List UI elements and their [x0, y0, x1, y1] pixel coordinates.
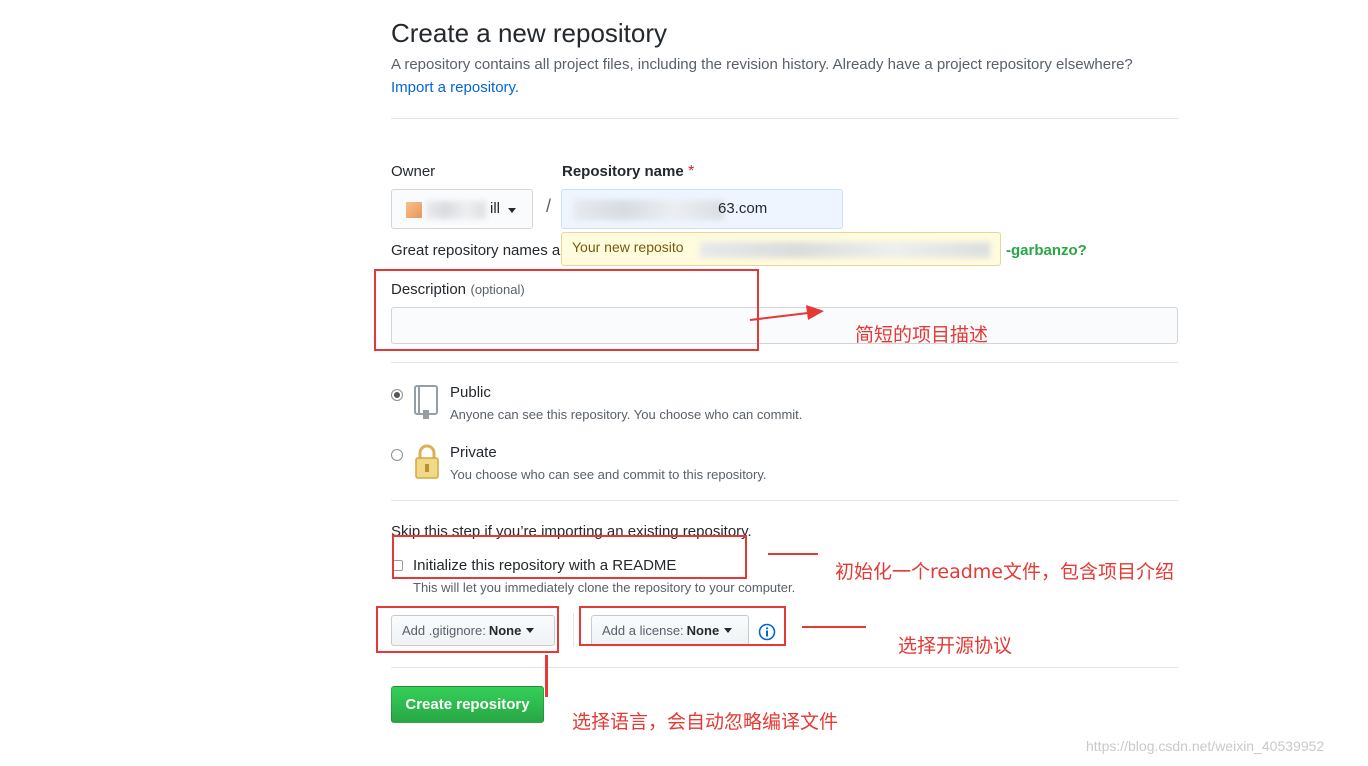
page-subtitle: A repository contains all project files,…: [391, 56, 1133, 73]
annotation-line: [545, 655, 548, 697]
tooltip-text: Your new reposito: [572, 239, 684, 255]
availability-tooltip: Your new reposito: [561, 232, 1001, 266]
watermark: https://blog.csdn.net/weixin_40539952: [1086, 738, 1325, 754]
public-title: Public: [450, 384, 491, 401]
repo-name-hint-prefix: Great repository names a: [391, 242, 561, 259]
annotation-line: [768, 553, 818, 555]
owner-avatar: [406, 202, 422, 218]
annotation-box-description: [374, 269, 759, 351]
annotation-line: [802, 626, 866, 628]
public-description: Anyone can see this repository. You choo…: [450, 407, 803, 422]
annotation-gitignore: 选择语言，会自动忽略编译文件: [572, 711, 839, 733]
divider: [391, 667, 1178, 668]
lock-icon: [415, 444, 439, 479]
vertical-divider: [573, 613, 574, 647]
repo-name-value: 63.com: [718, 200, 768, 217]
owner-name: ill: [490, 200, 500, 217]
private-radio[interactable]: [391, 449, 403, 461]
page-title: Create a new repository: [391, 18, 668, 48]
annotation-description: 简短的项目描述: [855, 324, 989, 346]
annotation-box-license: [579, 606, 786, 646]
owner-label: Owner: [391, 163, 436, 180]
annotation-license: 选择开源协议: [898, 635, 1013, 657]
readme-description: This will let you immediately clone the …: [413, 580, 796, 595]
tooltip-blurred-text: [700, 242, 990, 258]
required-mark: *: [688, 163, 695, 180]
repository-name-input[interactable]: 63.com: [561, 189, 843, 229]
create-repository-button[interactable]: Create repository: [391, 686, 544, 723]
import-repository-link[interactable]: Import a repository.: [391, 79, 519, 96]
slash-separator: /: [546, 196, 552, 216]
owner-select[interactable]: ill: [391, 189, 533, 229]
chevron-down-icon: [508, 208, 516, 213]
repo-name-suggestion[interactable]: -garbanzo?: [1006, 242, 1087, 259]
repository-name-label: Repository name *: [562, 163, 695, 180]
annotation-box-readme: [392, 535, 747, 579]
divider: [391, 362, 1178, 363]
divider: [391, 500, 1178, 501]
book-icon: [414, 385, 438, 419]
divider: [391, 118, 1178, 119]
public-radio[interactable]: [391, 389, 403, 401]
annotation-box-gitignore: [376, 606, 559, 653]
annotation-readme: 初始化一个readme文件，包含项目介绍: [835, 561, 1174, 583]
annotation-arrow: [749, 305, 824, 321]
private-title: Private: [450, 444, 497, 461]
private-description: You choose who can see and commit to thi…: [450, 467, 767, 482]
owner-name-blurred: [426, 201, 486, 219]
repo-name-blurred: [574, 200, 724, 220]
